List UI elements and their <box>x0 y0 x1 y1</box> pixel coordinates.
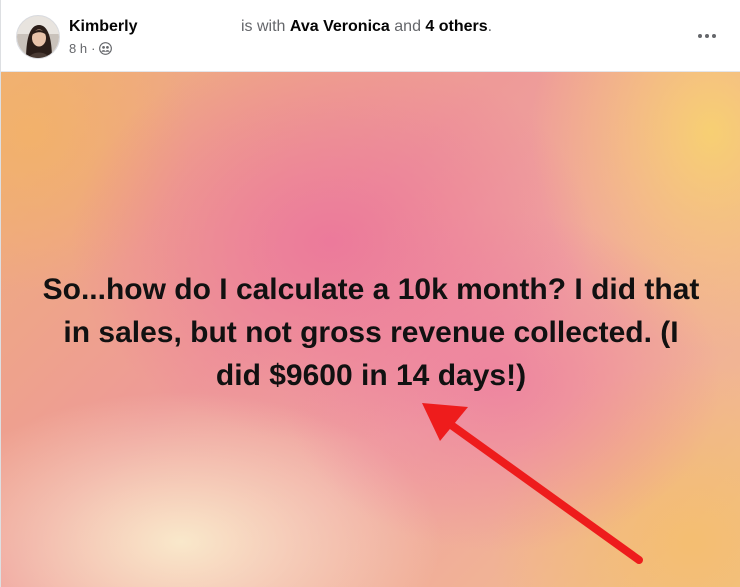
more-options-icon <box>705 34 709 38</box>
status-text: So...how do I calculate a 10k month? I d… <box>42 273 700 392</box>
author-name[interactable]: Kimberly <box>69 18 137 36</box>
tagged-with-line: is with Ava Veronica and 4 others. <box>241 18 492 36</box>
friends-icon[interactable] <box>99 42 113 55</box>
post-time[interactable]: 8 h <box>69 41 87 56</box>
colored-status-background: So...how do I calculate a 10k month? I d… <box>1 72 740 587</box>
post-header: Kimberly is with Ava Veronica and 4 othe… <box>1 0 740 72</box>
tagged-others-link[interactable]: 4 others <box>425 18 487 35</box>
post-card: Kimberly is with Ava Veronica and 4 othe… <box>0 0 740 587</box>
more-options-button[interactable] <box>693 22 721 50</box>
tag-conjunction: and <box>394 18 421 35</box>
more-options-icon <box>698 34 702 38</box>
avatar-image <box>17 16 59 58</box>
post-meta: 8 h · <box>69 41 113 56</box>
author-avatar[interactable] <box>16 15 60 59</box>
meta-separator: · <box>91 41 96 56</box>
more-options-icon <box>712 34 716 38</box>
tag-prefix: is with <box>241 18 286 35</box>
tag-suffix: . <box>487 18 493 35</box>
tagged-person-link[interactable]: Ava Veronica <box>290 18 390 35</box>
